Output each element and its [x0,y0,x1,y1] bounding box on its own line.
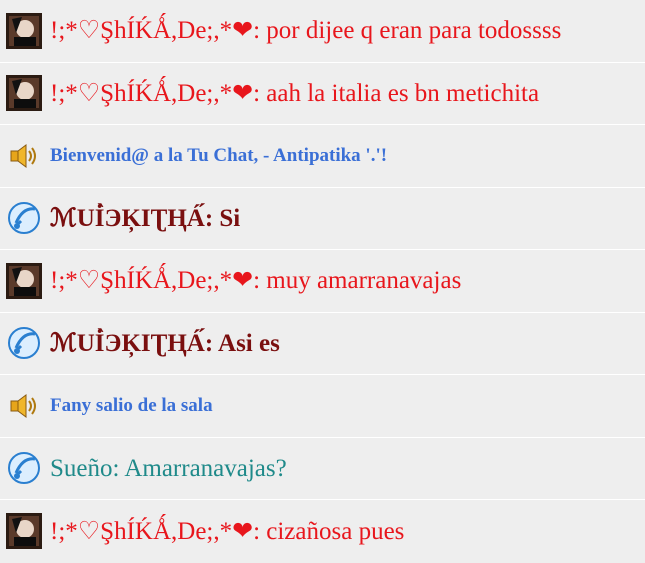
speaker-icon [6,388,42,424]
chat-message: Bienvenid@ a la Tu Chat, - Antipatika '.… [0,125,645,188]
note-icon [6,325,42,361]
message-text: !;*♡ŞhÍḰǺ,De;,*❤: cizañosa pues [50,517,405,545]
system-message-text: Fany salio de la sala [50,394,213,416]
message-text: Sueño: Amarranavajas? [50,454,287,482]
avatar-photo-icon [6,12,42,49]
avatar-photo-icon [6,262,42,299]
chat-message: ℳUİ̀ЭĶIƮҢÁ́: Asi es [0,313,645,375]
chat-message: ℳUİ̀ЭĶIƮҢÁ́: Si [0,188,645,250]
message-text: !;*♡ŞhÍḰǺ,De;,*❤: por dijee q eran para … [50,17,562,45]
message-text: !;*♡ŞhÍḰǺ,De;,*❤: muy amarranavajas [50,267,462,295]
chat-log: !;*♡ŞhÍḰǺ,De;,*❤: por dijee q eran para … [0,0,645,563]
speaker-icon [6,138,42,174]
chat-message: Sueño: Amarranavajas? [0,438,645,500]
system-message-text: Bienvenid@ a la Tu Chat, - Antipatika '.… [50,144,388,166]
avatar-photo-icon [6,75,42,112]
chat-message: Fany salio de la sala [0,375,645,438]
note-icon [6,200,42,236]
chat-message: !;*♡ŞhÍḰǺ,De;,*❤: muy amarranavajas [0,250,645,313]
message-text: !;*♡ŞhÍḰǺ,De;,*❤: aah la italia es bn me… [50,79,540,107]
message-text: ℳUİ̀ЭĶIƮҢÁ́: Asi es [50,329,280,357]
note-icon [6,450,42,486]
chat-message: !;*♡ŞhÍḰǺ,De;,*❤: aah la italia es bn me… [0,63,645,125]
message-text: ℳUİ̀ЭĶIƮҢÁ́: Si [50,204,241,232]
chat-message: !;*♡ŞhÍḰǺ,De;,*❤: cizañosa pues [0,500,645,563]
avatar-photo-icon [6,513,42,550]
chat-message: !;*♡ŞhÍḰǺ,De;,*❤: por dijee q eran para … [0,0,645,63]
